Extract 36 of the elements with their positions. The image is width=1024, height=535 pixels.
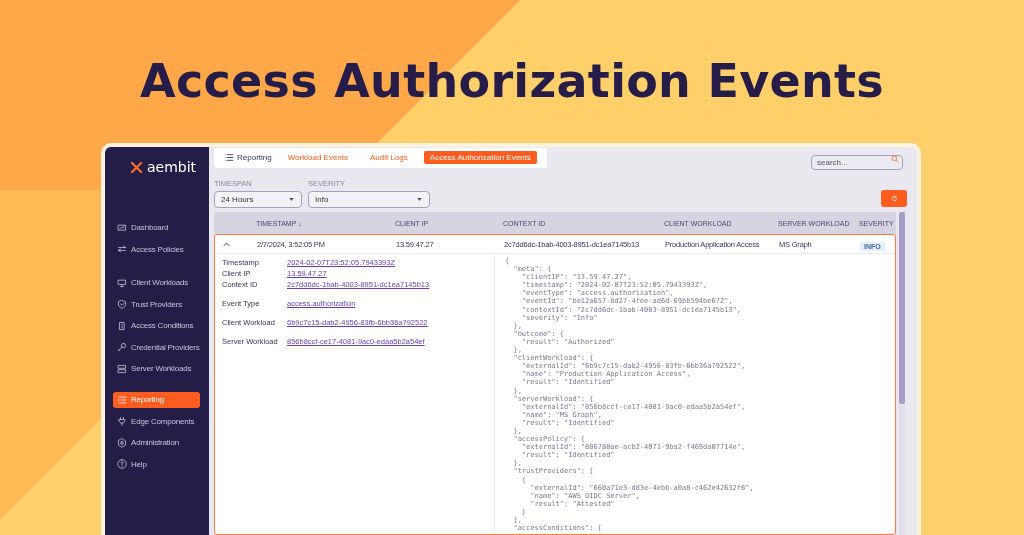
- sidebar-item[interactable]: Access Conditions: [113, 315, 200, 337]
- nav-icon: [117, 244, 127, 255]
- nav-icon: [117, 320, 127, 331]
- sidebar-item[interactable]: Server Workloads: [113, 358, 200, 380]
- page-title: Reporting: [224, 153, 272, 162]
- sidebar-item[interactable]: Administration: [113, 432, 200, 454]
- dropdown[interactable]: Info: [308, 191, 430, 208]
- nav-icon: [117, 416, 127, 427]
- refresh-icon: [890, 195, 898, 202]
- x-logo-icon: [131, 161, 144, 173]
- search-icon: [891, 155, 899, 163]
- caret-icon: [289, 198, 294, 201]
- caret-icon: [417, 198, 422, 201]
- nav-icon: [117, 459, 127, 470]
- refresh-button[interactable]: [881, 190, 907, 207]
- scrollbar-thumb[interactable]: [899, 212, 905, 404]
- headline: Access Authorization Events: [140, 54, 884, 110]
- sidebar-item[interactable]: Dashboard: [113, 217, 200, 239]
- nav-icon: [117, 363, 127, 374]
- list-icon: [224, 153, 234, 162]
- dropdown[interactable]: 24 Hours: [214, 191, 302, 208]
- sidebar-item[interactable]: Credential Providers: [113, 336, 200, 358]
- nav-icon: [117, 342, 127, 353]
- nav-icon: [117, 437, 127, 448]
- nav-icon: [117, 394, 127, 405]
- sidebar-item[interactable]: Help: [113, 453, 200, 475]
- nav-icon: [117, 222, 127, 233]
- sidebar-item[interactable]: Client Workloads: [113, 272, 200, 294]
- sidebar-item[interactable]: Access Policies: [113, 238, 200, 260]
- nav-icon: [117, 277, 127, 288]
- sidebar-item[interactable]: Trust Providers: [113, 293, 200, 315]
- logo-text: aembit: [147, 159, 197, 175]
- sidebar-item[interactable]: Edge Components: [113, 410, 200, 432]
- chevron-icon[interactable]: [223, 241, 230, 247]
- search-field[interactable]: search...: [811, 155, 903, 170]
- nav-icon: [117, 299, 127, 310]
